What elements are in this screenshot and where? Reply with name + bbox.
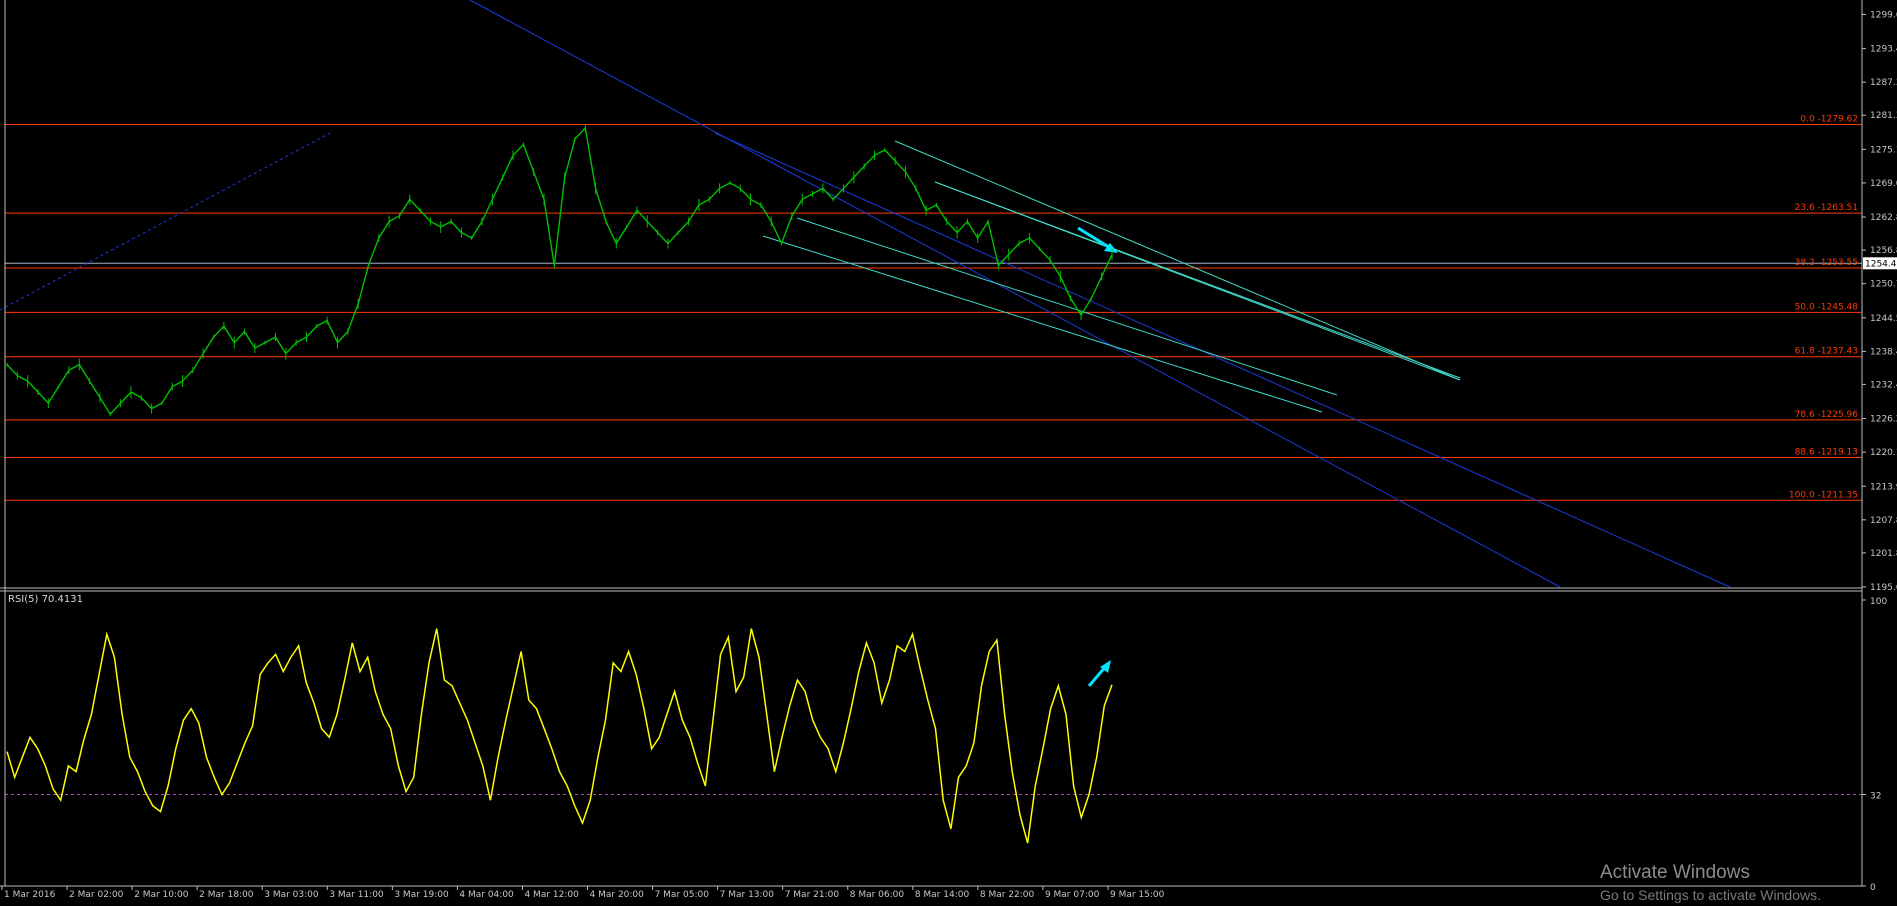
x-tick-label: 3 Mar 03:00 <box>264 890 319 900</box>
price-tick-label: 1281.3 <box>1870 111 1897 121</box>
price-tick-label: 1250.7 <box>1870 280 1897 290</box>
rsi-title: RSI(5) 70.4131 <box>8 594 83 605</box>
rsi-tick-label: 100 <box>1870 597 1887 607</box>
x-tick-label: 7 Mar 13:00 <box>720 890 775 900</box>
background <box>0 0 1897 900</box>
x-tick-label: 9 Mar 15:00 <box>1110 890 1165 900</box>
rsi-tick-label: 32 <box>1870 791 1881 801</box>
price-tick-label: 1207.8 <box>1870 516 1897 526</box>
price-tick-label: 1220.1 <box>1870 448 1897 458</box>
watermark-title: Activate Windows <box>1600 862 1750 883</box>
x-tick-label: 3 Mar 11:00 <box>329 890 384 900</box>
price-tick-label: 1293.4 <box>1870 45 1897 55</box>
fib-level-label: 50.0 -1245.48 <box>1795 302 1859 312</box>
x-tick-label: 7 Mar 21:00 <box>785 890 840 900</box>
price-tick-label: 1238.4 <box>1870 347 1897 357</box>
x-tick-label: 9 Mar 07:00 <box>1045 890 1100 900</box>
current-price-label: 1254.4 <box>1865 259 1897 269</box>
x-tick-label: 4 Mar 04:00 <box>459 890 514 900</box>
rsi-tick-label: 0 <box>1870 883 1876 893</box>
price-tick-label: 1244.5 <box>1870 314 1897 324</box>
x-tick-label: 3 Mar 19:00 <box>394 890 449 900</box>
price-tick-label: 1299.6 <box>1870 10 1897 20</box>
x-tick-label: 2 Mar 18:00 <box>199 890 254 900</box>
fib-level-label: 88.6 -1219.13 <box>1795 447 1858 457</box>
trading-chart: 1299.6 1293.4 1287.3 1281.3 1275.1 1269.0 1262… <box>0 0 1897 903</box>
price-tick-label: 1262.8 <box>1870 213 1897 223</box>
x-tick-label: 8 Mar 06:00 <box>850 890 905 900</box>
watermark-subtitle: Go to Settings to activate Windows. <box>1600 887 1821 903</box>
price-tick-label: 1269.0 <box>1870 179 1897 189</box>
chart-canvas[interactable]: 1299.6 1293.4 1287.3 1281.3 1275.1 1269.0 1262… <box>0 0 1897 900</box>
x-tick-label: 2 Mar 10:00 <box>134 890 189 900</box>
x-tick-label: 7 Mar 05:00 <box>655 890 710 900</box>
price-tick-label: 1213.9 <box>1870 482 1897 492</box>
fib-level-label: 0.0 -1279.62 <box>1800 114 1858 124</box>
price-tick-label: 1232.4 <box>1870 380 1897 390</box>
x-tick-label: 2 Mar 02:00 <box>69 890 124 900</box>
price-tick-label: 1275.1 <box>1870 145 1897 155</box>
fib-level-label: 23.6 -1263.51 <box>1795 203 1858 213</box>
price-tick-label: 1256.8 <box>1870 246 1897 256</box>
fib-level-label: 61.8 -1237.43 <box>1795 347 1858 357</box>
x-tick-label: 8 Mar 14:00 <box>915 890 970 900</box>
x-tick-label: 4 Mar 12:00 <box>524 890 579 900</box>
price-tick-label: 1226.2 <box>1870 415 1897 425</box>
price-tick-label: 1201.8 <box>1870 549 1897 559</box>
x-tick-label: 1 Mar 2016 <box>4 890 56 900</box>
activate-windows-watermark: Activate Windows Go to Settings to activ… <box>1600 862 1821 906</box>
price-tick-label: 1287.3 <box>1870 78 1897 88</box>
fib-level-label: 38.2 -1253.55 <box>1795 258 1858 268</box>
fib-level-label: 100.0 -1211.35 <box>1789 490 1858 500</box>
fib-level-label: 78.6 -1225.96 <box>1795 410 1859 420</box>
x-tick-label: 8 Mar 22:00 <box>980 890 1035 900</box>
price-tick-label: 1195.6 <box>1870 583 1897 593</box>
x-tick-label: 4 Mar 20:00 <box>590 890 645 900</box>
